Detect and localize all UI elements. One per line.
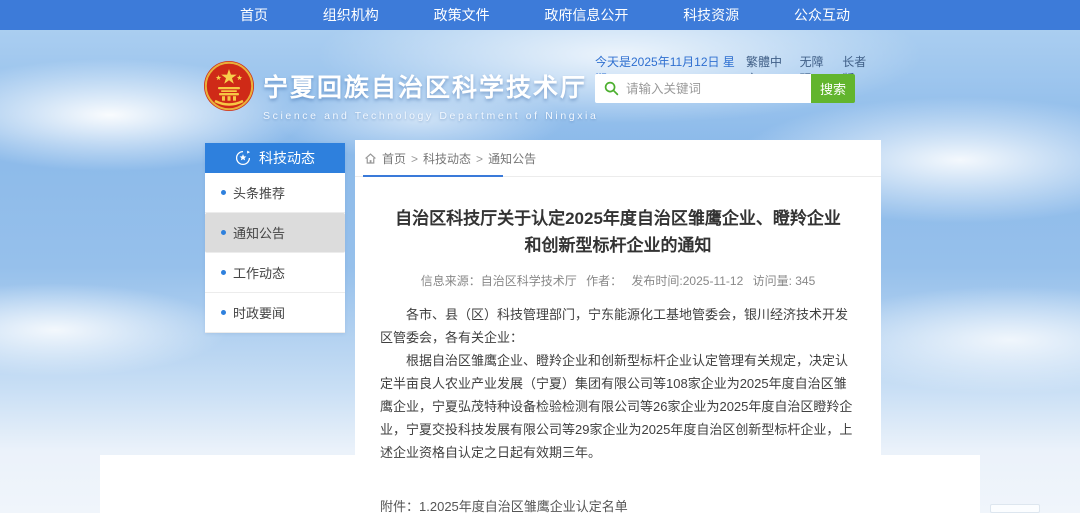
breadcrumb-separator: > [476, 152, 483, 166]
meta-author: 作者： [586, 274, 622, 288]
attachment-eagle-list[interactable]: 1.2025年度自治区雏鹰企业认定名单 [419, 496, 667, 513]
sidebar-item-work-trends[interactable]: 工作动态 [205, 253, 345, 293]
meta-publish-date: 发布时间:2025-11-12 [631, 274, 743, 288]
sidebar-item-label: 时政要闻 [233, 303, 285, 322]
breadcrumb-divider [355, 175, 881, 177]
star-circle-icon [235, 150, 251, 166]
breadcrumb-separator: > [411, 152, 418, 166]
nav-item-home[interactable]: 首页 [240, 5, 268, 25]
sidebar-item-label: 头条推荐 [233, 183, 285, 202]
meta-views: 访问量: 345 [753, 274, 816, 288]
bullet-dot [221, 230, 226, 235]
search-box [595, 74, 811, 103]
breadcrumb-notices[interactable]: 通知公告 [488, 150, 536, 167]
sidebar-item-current-politics[interactable]: 时政要闻 [205, 293, 345, 333]
sidebar-item-label: 工作动态 [233, 263, 285, 282]
article-paragraph-salutation: 各市、县（区）科技管理部门，宁东能源化工基地管委会，银川经济技术开发区管委会，各… [380, 303, 856, 349]
breadcrumb-active-underline [363, 175, 503, 177]
nav-item-public-interaction[interactable]: 公众互动 [794, 5, 850, 25]
bullet-dot [221, 270, 226, 275]
article-title: 自治区科技厅关于认定2025年度自治区雏鹰企业、瞪羚企业 和创新型标杆企业的通知 [355, 205, 881, 259]
article-title-line1: 自治区科技厅关于认定2025年度自治区雏鹰企业、瞪羚企业 [385, 205, 851, 232]
meta-source: 信息来源：自治区科学技术厅 [421, 274, 577, 288]
nav-item-tech-resources[interactable]: 科技资源 [683, 5, 739, 25]
bullet-dot [221, 310, 226, 315]
article-title-line2: 和创新型标杆企业的通知 [385, 232, 851, 259]
floating-widget-cutoff [990, 504, 1040, 513]
national-emblem-logo [203, 60, 255, 112]
article-meta: 信息来源：自治区科学技术厅 作者： 发布时间:2025-11-12 访问量: 3… [355, 272, 881, 289]
nav-item-policy-documents[interactable]: 政策文件 [434, 5, 490, 25]
site-title-english: Science and Technology Department of Nin… [263, 110, 683, 122]
sidebar-header: 科技动态 [205, 143, 345, 173]
search-icon [604, 81, 619, 96]
breadcrumb-tech-news[interactable]: 科技动态 [423, 150, 471, 167]
article-panel: 首页 > 科技动态 > 通知公告 自治区科技厅关于认定2025年度自治区雏鹰企业… [355, 140, 881, 513]
breadcrumb: 首页 > 科技动态 > 通知公告 [355, 140, 881, 175]
home-icon [364, 152, 377, 165]
sidebar: 科技动态 头条推荐 通知公告 工作动态 时政要闻 [205, 143, 345, 333]
site-header: 宁夏回族自治区科学技术厅 Science and Technology Depa… [0, 30, 1080, 143]
attachments-list: 1.2025年度自治区雏鹰企业认定名单 2.2025年度自治区瞪羚企业认定名单 … [419, 496, 667, 513]
nav-item-organization[interactable]: 组织机构 [323, 5, 379, 25]
top-navigation-bar: 首页 组织机构 政策文件 政府信息公开 科技资源 公众互动 [0, 0, 1080, 30]
sidebar-item-headline-recommend[interactable]: 头条推荐 [205, 173, 345, 213]
sidebar-item-notice-announcement[interactable]: 通知公告 [205, 213, 345, 253]
search-input[interactable] [626, 82, 811, 96]
sidebar-title: 科技动态 [259, 148, 315, 168]
attachments-block: 附件： 1.2025年度自治区雏鹰企业认定名单 2.2025年度自治区瞪羚企业认… [355, 496, 881, 513]
attachments-label: 附件： [380, 496, 419, 513]
article-paragraph-main: 根据自治区雏鹰企业、瞪羚企业和创新型标杆企业认定管理有关规定，决定认定半亩良人农… [380, 349, 856, 464]
article-body: 各市、县（区）科技管理部门，宁东能源化工基地管委会，银川经济技术开发区管委会，各… [355, 303, 881, 464]
sidebar-item-label: 通知公告 [233, 223, 285, 242]
breadcrumb-home[interactable]: 首页 [382, 150, 406, 167]
top-navigation-items: 首页 组织机构 政策文件 政府信息公开 科技资源 公众互动 [240, 0, 850, 30]
search-button[interactable]: 搜索 [811, 74, 855, 103]
bullet-dot [221, 190, 226, 195]
nav-item-gov-info-disclosure[interactable]: 政府信息公开 [544, 5, 628, 25]
search-bar: 搜索 [595, 74, 855, 103]
